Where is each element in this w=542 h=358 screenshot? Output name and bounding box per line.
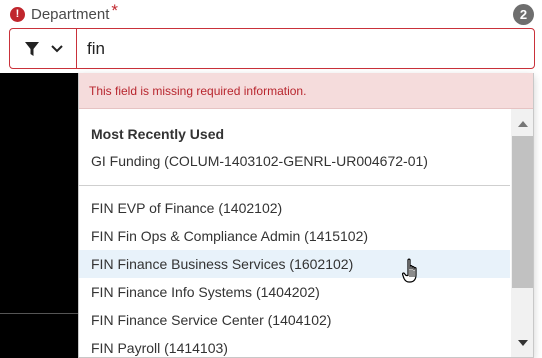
list-item[interactable]: FIN EVP of Finance (1402102) (79, 194, 510, 222)
department-dropdown: This field is missing required informati… (78, 73, 534, 358)
search-input[interactable] (77, 29, 534, 68)
options-list: Most Recently Used GI Funding (COLUM-140… (79, 109, 510, 357)
list-item[interactable]: FIN Finance Info Systems (1404202) (79, 278, 510, 306)
list-item[interactable]: FIN Finance Service Center (1404102) (79, 306, 510, 334)
scroll-up-arrow-icon[interactable] (511, 114, 533, 134)
list-item[interactable]: FIN Fin Ops & Compliance Admin (1415102) (79, 222, 510, 250)
count-badge: 2 (513, 4, 534, 25)
hand-pointer-cursor-icon (401, 258, 422, 289)
filter-icon (24, 41, 40, 57)
department-label: Department (31, 5, 110, 23)
field-label-row: ! Department * (10, 1, 118, 24)
background-panel (0, 73, 78, 358)
filter-dropdown-button[interactable] (10, 29, 77, 68)
error-icon: ! (10, 6, 25, 22)
error-icon-glyph: ! (15, 8, 20, 20)
scrollbar-thumb[interactable] (512, 136, 533, 288)
section-divider (79, 185, 510, 186)
background-divider (0, 313, 78, 314)
department-search-field (9, 28, 535, 69)
chevron-down-icon (50, 44, 63, 53)
required-asterisk: * (111, 1, 118, 20)
scroll-down-arrow-icon[interactable] (511, 333, 533, 353)
mru-item[interactable]: GI Funding (COLUM-1403102-GENRL-UR004672… (91, 153, 428, 169)
list-item[interactable]: FIN Payroll (1414103) (79, 334, 510, 357)
list-item-highlighted[interactable]: FIN Finance Business Services (1602102) (79, 250, 510, 278)
scrollbar[interactable] (511, 109, 533, 357)
error-message: This field is missing required informati… (79, 73, 533, 109)
mru-heading: Most Recently Used (91, 126, 225, 142)
